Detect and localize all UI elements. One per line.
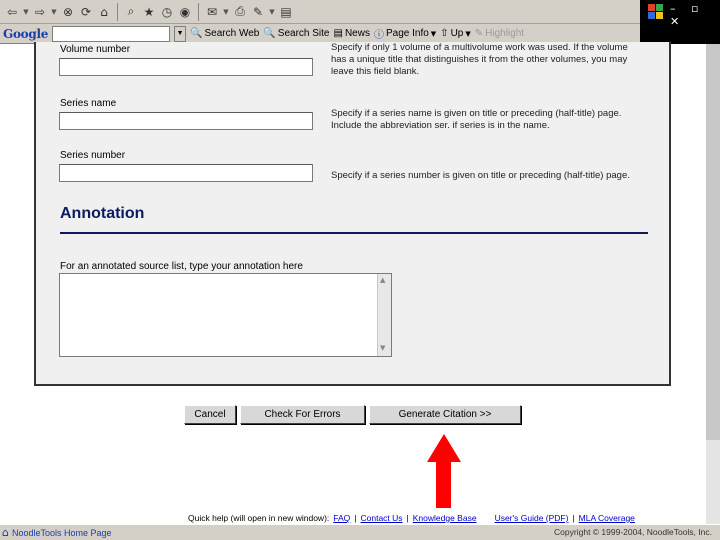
news-icon: ▤ [333, 28, 343, 39]
favorites-icon[interactable]: ★ [141, 3, 157, 21]
annotation-divider [60, 232, 648, 234]
up-folder-icon: ⇧ [440, 28, 449, 39]
series-number-label: Series number [60, 150, 126, 161]
link-separator: | [572, 513, 575, 523]
up-label: Up [450, 28, 464, 39]
check-for-errors-button[interactable]: Check For Errors [240, 405, 365, 424]
annotation-textarea[interactable]: ▲ ▼ [59, 273, 392, 357]
page-info-label: Page Info [385, 28, 429, 39]
mail-dropdown-icon[interactable]: ▼ [222, 3, 230, 21]
news-button[interactable]: ▤ News [334, 28, 370, 39]
discuss-icon[interactable]: ▤ [278, 3, 294, 21]
browser-toolbar: ⇦ ▼ ⇨ ▼ ⊗ ⟳ ⌂ ⌕ ★ ◷ ◉ ✉ ▼ ⎙ ✎ ▼ ▤ [0, 0, 640, 24]
toolbar-separator [117, 2, 118, 21]
contact-us-link[interactable]: Contact Us [361, 513, 403, 523]
annotation-heading: Annotation [60, 205, 145, 222]
series-name-input[interactable] [59, 112, 313, 130]
news-label: News [344, 28, 370, 39]
page-content: Volume number Specify if only 1 volume o… [0, 42, 706, 524]
print-icon[interactable]: ⎙ [232, 3, 248, 21]
stop-icon[interactable]: ⊗ [60, 3, 76, 21]
scroll-up-icon[interactable]: ▲ [380, 276, 385, 284]
highlight-button[interactable]: ✎ Highlight [475, 28, 524, 39]
back-dropdown-icon[interactable]: ▼ [22, 3, 30, 21]
page-info-dropdown-icon: ▼ [430, 29, 437, 38]
knowledge-base-link[interactable]: Knowledge Base [413, 513, 477, 523]
mail-icon[interactable]: ✉ [204, 3, 220, 21]
highlight-icon: ✎ [474, 28, 484, 39]
quick-help-bar: Quick help (will open in new window): FA… [188, 513, 635, 523]
search-icon[interactable]: ⌕ [123, 3, 139, 21]
google-logo[interactable]: Google [3, 27, 48, 41]
copyright-text: Copyright © 1999-2004, NoodleTools, Inc. [554, 527, 712, 537]
home-icon[interactable]: ⌂ [96, 3, 112, 21]
users-guide-link[interactable]: User's Guide (PDF) [495, 513, 569, 523]
home-page-label: NoodleTools Home Page [11, 527, 112, 538]
home-page-link[interactable]: ⌂ NoodleTools Home Page [0, 526, 112, 539]
search-web-label: Search Web [204, 28, 260, 39]
annotation-label: For an annotated source list, type your … [60, 261, 303, 272]
edit-icon[interactable]: ✎ [250, 3, 266, 21]
series-number-input[interactable] [59, 164, 313, 182]
back-arrow-icon[interactable]: ⇦ [4, 3, 20, 21]
edit-dropdown-icon[interactable]: ▼ [268, 3, 276, 21]
red-arrow-shaft [436, 462, 451, 508]
cancel-button[interactable]: Cancel [184, 405, 236, 424]
red-arrow-head-icon [427, 434, 461, 462]
forward-arrow-icon[interactable]: ⇨ [32, 3, 48, 21]
up-button[interactable]: ⇧ Up ▼ [440, 28, 471, 39]
search-site-icon: 🔍 [263, 28, 276, 39]
link-gap [481, 513, 491, 523]
link-separator: | [354, 513, 357, 523]
page-scrollbar-thumb[interactable] [706, 44, 720, 440]
search-site-label: Search Site [277, 28, 330, 39]
forward-dropdown-icon[interactable]: ▼ [50, 3, 58, 21]
toolbar-separator [198, 2, 199, 21]
search-web-button[interactable]: 🔍 Search Web [190, 28, 259, 39]
volume-number-label: Volume number [60, 44, 131, 55]
info-icon: ⓘ [373, 30, 384, 41]
window-buttons[interactable]: – ▫ ✕ [670, 2, 720, 28]
windows-logo-icon [648, 4, 664, 20]
series-name-label: Series name [60, 98, 117, 109]
refresh-icon[interactable]: ⟳ [78, 3, 94, 21]
status-bar: ⌂ NoodleTools Home Page Copyright © 1999… [0, 524, 720, 540]
annotation-scrollbar[interactable]: ▲ ▼ [377, 274, 391, 356]
page-info-button[interactable]: ⓘ Page Info ▼ [374, 26, 436, 41]
generate-citation-button[interactable]: Generate Citation >> [369, 405, 521, 424]
series-name-help: Specify if a series name is given on tit… [331, 108, 622, 131]
google-toolbar: Google ▼ 🔍 Search Web 🔍 Search Site ▤ Ne… [0, 24, 640, 44]
volume-number-help: Specify if only 1 volume of a multivolum… [331, 42, 628, 77]
scroll-down-icon[interactable]: ▼ [380, 344, 385, 352]
volume-number-input[interactable] [59, 58, 313, 76]
link-separator: | [406, 513, 409, 523]
highlight-label: Highlight [485, 28, 525, 39]
media-icon[interactable]: ◉ [177, 3, 193, 21]
google-search-input[interactable] [52, 25, 171, 42]
search-web-icon: 🔍 [190, 28, 203, 39]
up-dropdown-icon: ▼ [465, 29, 471, 38]
series-number-help: Specify if a series number is given on t… [331, 170, 630, 181]
faq-link[interactable]: FAQ [333, 513, 350, 523]
citation-form: Volume number Specify if only 1 volume o… [34, 42, 671, 386]
history-icon[interactable]: ◷ [159, 3, 175, 21]
search-site-button[interactable]: 🔍 Search Site [263, 28, 329, 39]
mla-coverage-link[interactable]: MLA Coverage [579, 513, 635, 523]
google-search-dropdown[interactable]: ▼ [174, 25, 187, 42]
quick-help-prefix: Quick help (will open in new window): [188, 513, 330, 523]
house-icon: ⌂ [2, 526, 9, 539]
